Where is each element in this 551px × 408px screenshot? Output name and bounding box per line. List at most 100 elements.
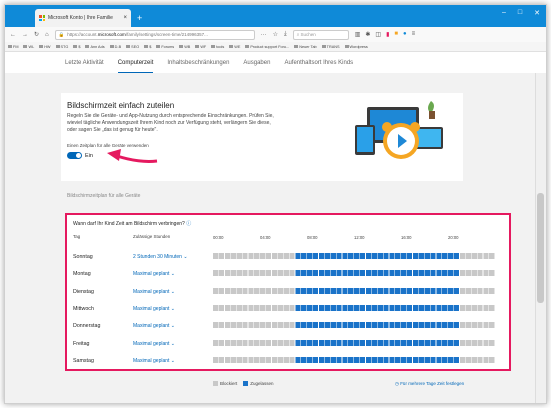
allowed-slot[interactable]	[418, 287, 424, 294]
library-icon[interactable]: ▥	[355, 31, 361, 38]
allowed-slot[interactable]	[377, 322, 383, 329]
blocked-slot[interactable]	[213, 270, 219, 277]
allowed-slot[interactable]	[448, 356, 454, 363]
allowed-slot[interactable]	[354, 287, 360, 294]
blocked-slot[interactable]	[265, 287, 272, 294]
allowed-slot[interactable]	[436, 356, 442, 363]
blocked-slot[interactable]	[459, 253, 466, 259]
allowed-slot[interactable]	[453, 270, 460, 277]
bookmark-item[interactable]: $	[73, 45, 80, 49]
allowed-slot[interactable]	[448, 253, 454, 259]
allowed-slot[interactable]	[371, 322, 377, 329]
blocked-slot[interactable]	[248, 339, 254, 346]
allowed-slot[interactable]	[412, 339, 419, 346]
page-tab[interactable]: Ausgaben	[243, 53, 270, 73]
blocked-slot[interactable]	[483, 287, 489, 294]
blocked-slot[interactable]	[277, 304, 283, 311]
allowed-slot[interactable]	[354, 270, 360, 277]
blocked-slot[interactable]	[213, 253, 219, 259]
new-tab-icon[interactable]: +	[137, 13, 142, 23]
blocked-slot[interactable]	[483, 339, 489, 346]
blocked-slot[interactable]	[489, 287, 495, 294]
blocked-slot[interactable]	[289, 356, 295, 363]
blocked-slot[interactable]	[260, 322, 266, 329]
allowed-slot[interactable]	[295, 304, 301, 311]
allowed-slot[interactable]	[424, 270, 430, 277]
blocked-slot[interactable]	[218, 356, 225, 363]
info-icon[interactable]: ⓘ	[186, 221, 191, 227]
blocked-slot[interactable]	[224, 339, 231, 346]
allowed-slot[interactable]	[318, 304, 325, 311]
allowed-slot[interactable]	[424, 339, 430, 346]
allowed-slot[interactable]	[418, 304, 424, 311]
allowed-slot[interactable]	[395, 253, 401, 259]
blocked-slot[interactable]	[254, 270, 260, 277]
bookmark-item[interactable]: D-B	[109, 45, 121, 49]
blocked-slot[interactable]	[489, 356, 495, 363]
allowed-slot[interactable]	[448, 339, 454, 346]
allowed-slot[interactable]	[371, 304, 377, 311]
allowed-slot[interactable]	[430, 287, 436, 294]
blocked-slot[interactable]	[254, 304, 260, 311]
blocked-slot[interactable]	[242, 339, 248, 346]
allowed-slot[interactable]	[365, 270, 372, 277]
bookmark-item[interactable]: WE	[229, 45, 240, 49]
blocked-slot[interactable]	[465, 304, 471, 311]
blocked-slot[interactable]	[477, 253, 483, 259]
blocked-slot[interactable]	[489, 322, 495, 329]
blocked-slot[interactable]	[236, 253, 242, 259]
allowed-slot[interactable]	[395, 304, 401, 311]
blocked-slot[interactable]	[224, 356, 231, 363]
blocked-slot[interactable]	[271, 253, 278, 259]
blocked-slot[interactable]	[236, 304, 242, 311]
scrollbar[interactable]	[535, 73, 546, 403]
allowed-slot[interactable]	[330, 322, 336, 329]
allowed-slot[interactable]	[301, 253, 307, 259]
blocked-slot[interactable]	[265, 253, 272, 259]
allowed-slot[interactable]	[348, 270, 354, 277]
allowed-slot[interactable]	[442, 322, 448, 329]
allowed-slot[interactable]	[307, 339, 313, 346]
blocked-slot[interactable]	[459, 356, 466, 363]
allowed-slot[interactable]	[418, 339, 424, 346]
allowed-slot[interactable]	[359, 270, 366, 277]
blocked-slot[interactable]	[283, 356, 289, 363]
allowed-slot[interactable]	[401, 287, 407, 294]
time-slot-bar[interactable]	[213, 287, 495, 294]
address-bar[interactable]: 🔒 https://account.microsoft.com/family/s…	[54, 29, 255, 40]
blocked-slot[interactable]	[283, 287, 289, 294]
allowed-slot[interactable]	[406, 356, 413, 363]
blocked-slot[interactable]	[277, 253, 283, 259]
allowed-slot[interactable]	[318, 253, 325, 259]
allowed-slot[interactable]	[371, 270, 377, 277]
allowed-slot[interactable]	[448, 322, 454, 329]
allowed-slot[interactable]	[389, 339, 395, 346]
allowed-hours-dropdown[interactable]: 2 Stunden 30 Minuten ⌄	[133, 254, 188, 260]
allowed-slot[interactable]	[312, 339, 319, 346]
menu-icon[interactable]: ≡	[412, 31, 416, 38]
allowed-slot[interactable]	[418, 253, 424, 259]
blocked-slot[interactable]	[477, 287, 483, 294]
blocked-slot[interactable]	[242, 253, 248, 259]
browser-tab[interactable]: Microsoft Konto | Ihre Familie ×	[35, 9, 131, 27]
blocked-slot[interactable]	[271, 304, 278, 311]
blocked-slot[interactable]	[236, 339, 242, 346]
bookmark-item[interactable]: TRANS	[321, 45, 340, 49]
allowed-slot[interactable]	[401, 322, 407, 329]
minimize-icon[interactable]: –	[502, 9, 506, 17]
allowed-slot[interactable]	[395, 356, 401, 363]
blocked-slot[interactable]	[230, 339, 236, 346]
bookmark-item[interactable]: WB	[179, 45, 190, 49]
blocked-slot[interactable]	[254, 287, 260, 294]
allowed-slot[interactable]	[342, 322, 348, 329]
blocked-slot[interactable]	[277, 322, 283, 329]
blocked-slot[interactable]	[289, 339, 295, 346]
allowed-slot[interactable]	[354, 304, 360, 311]
allowed-slot[interactable]	[395, 270, 401, 277]
bookmark-item[interactable]: WL	[23, 45, 34, 49]
allowed-slot[interactable]	[383, 304, 389, 311]
allowed-slot[interactable]	[365, 356, 372, 363]
allowed-slot[interactable]	[312, 253, 319, 259]
allowed-slot[interactable]	[395, 322, 401, 329]
allowed-slot[interactable]	[389, 322, 395, 329]
